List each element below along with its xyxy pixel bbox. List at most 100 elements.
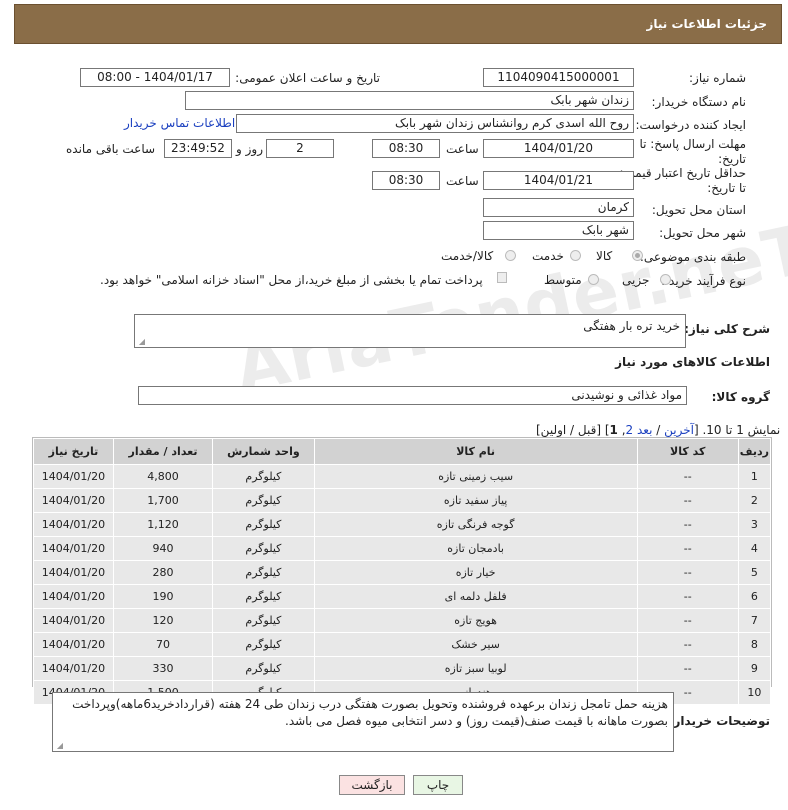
remaining-time-field: 23:49:52 <box>164 139 232 158</box>
resize-grip-icon[interactable]: ◢ <box>55 742 63 750</box>
pagination-last-link[interactable]: آخرین <box>664 423 694 437</box>
pagination: نمایش 1 تا 10. [آخرین / بعد 2, 1] [قبل /… <box>536 423 781 437</box>
cell-item-name: سیب زمینی تازه <box>313 464 638 489</box>
pagination-page-1: 1 <box>609 423 618 437</box>
announce-label: تاریخ و ساعت اعلان عمومی: <box>235 71 380 85</box>
cell-quantity: 4,800 <box>112 464 214 489</box>
category-radio-goods[interactable] <box>632 250 643 261</box>
price-validity-label-2: تا تاریخ: <box>707 181 746 195</box>
days-field: 2 <box>266 139 334 158</box>
process-option-minor: جزیی <box>622 273 650 287</box>
category-label: طبقه بندی موضوعی: <box>639 250 746 264</box>
deadline-date-field: 1404/01/20 <box>483 139 634 158</box>
deadline-label: مهلت ارسال پاسخ: تا <box>639 137 746 151</box>
price-validity-time-label: ساعت <box>446 174 479 188</box>
cell-unit: کیلوگرم <box>212 488 315 513</box>
table-row: 1 -- سیب زمینی تازه کیلوگرم 4,800 1404/01/20 <box>33 464 772 489</box>
goods-group-field: مواد غذائی و نوشیدنی <box>138 386 687 405</box>
cell-quantity: 190 <box>112 584 214 609</box>
cell-row-number: 7 <box>737 608 772 633</box>
cell-item-code: -- <box>636 608 739 633</box>
category-radio-service[interactable] <box>570 250 581 261</box>
cell-item-code: -- <box>636 512 739 537</box>
cell-row-number: 4 <box>737 536 772 561</box>
cell-quantity: 330 <box>112 656 214 681</box>
pagination-next-link[interactable]: بعد <box>637 423 652 437</box>
cell-item-code: -- <box>636 560 739 585</box>
process-radio-medium[interactable] <box>588 274 599 285</box>
back-button[interactable]: بازگشت <box>339 775 405 795</box>
cell-unit: کیلوگرم <box>212 512 315 537</box>
pagination-prefix: نمایش 1 تا 10. [ <box>693 423 781 437</box>
cell-item-code: -- <box>636 632 739 657</box>
cell-unit: کیلوگرم <box>212 560 315 585</box>
cell-quantity: 280 <box>112 560 214 585</box>
cell-unit: کیلوگرم <box>212 584 315 609</box>
cell-item-code: -- <box>636 656 739 681</box>
col-item-code: کد کالا <box>636 438 739 465</box>
summary-textarea[interactable]: خرید تره بار هفتگی ◢ <box>134 314 686 348</box>
print-button[interactable]: چاپ <box>413 775 463 795</box>
cell-quantity: 940 <box>112 536 214 561</box>
cell-row-number: 6 <box>737 584 772 609</box>
category-radio-goods-service[interactable] <box>505 250 516 261</box>
cell-unit: کیلوگرم <box>212 608 315 633</box>
city-field: شهر بابک <box>483 221 634 240</box>
days-label: روز و <box>236 142 263 156</box>
price-validity-time-field: 08:30 <box>372 171 440 190</box>
creator-field: روح الله اسدی کرم روانشناس زندان شهر باب… <box>236 114 634 133</box>
deadline-time-label: ساعت <box>446 142 479 156</box>
table-row: 5 -- خیار تازه کیلوگرم 280 1404/01/20 <box>33 560 772 585</box>
buyer-notes-label: توضیحات خریدار: <box>668 714 770 728</box>
items-table-header: ردیف کد کالا نام کالا واحد شمارش تعداد /… <box>33 438 772 465</box>
creator-label: ایجاد کننده درخواست: <box>635 118 746 132</box>
col-need-date: تاریخ نیاز <box>33 438 114 465</box>
process-radio-minor[interactable] <box>660 274 671 285</box>
cell-row-number: 8 <box>737 632 772 657</box>
pagination-suffix: ] [قبل / اولین] <box>536 423 610 437</box>
cell-unit: کیلوگرم <box>212 632 315 657</box>
cell-row-number: 9 <box>737 656 772 681</box>
summary-text: خرید تره بار هفتگی <box>583 319 680 333</box>
treasury-payment-checkbox[interactable] <box>497 272 507 283</box>
cell-item-name: بادمجان تازه <box>313 536 638 561</box>
cell-item-code: -- <box>636 584 739 609</box>
buyer-notes-textarea[interactable]: هزینه حمل تامجل زندان برعهده فروشنده وتح… <box>52 692 674 752</box>
cell-need-date: 1404/01/20 <box>33 536 114 561</box>
cell-need-date: 1404/01/20 <box>33 488 114 513</box>
cell-unit: کیلوگرم <box>212 536 315 561</box>
col-row-number: ردیف <box>737 438 772 465</box>
pagination-page-2[interactable]: 2 <box>626 423 634 437</box>
summary-label: شرح کلی نیاز: <box>684 322 770 336</box>
cell-row-number: 3 <box>737 512 772 537</box>
need-number-field: 1104090415000001 <box>483 68 634 87</box>
cell-item-name: خیار تازه <box>313 560 638 585</box>
pagination-separator: / <box>652 423 665 437</box>
cell-need-date: 1404/01/20 <box>33 632 114 657</box>
table-row: 6 -- فلفل دلمه ای کیلوگرم 190 1404/01/20 <box>33 584 772 609</box>
need-number-label: شماره نیاز: <box>689 71 746 85</box>
cell-row-number: 10 <box>737 680 772 705</box>
cell-need-date: 1404/01/20 <box>33 584 114 609</box>
page-header: جزئیات اطلاعات نیاز <box>14 4 782 44</box>
process-option-medium: متوسط <box>544 273 582 287</box>
province-field: کرمان <box>483 198 634 217</box>
category-option-goods: کالا <box>596 249 613 263</box>
cell-item-code: -- <box>636 464 739 489</box>
cell-unit: کیلوگرم <box>212 464 315 489</box>
cell-item-code: -- <box>636 536 739 561</box>
treasury-payment-note: پرداخت تمام یا بخشی از مبلغ خرید،از محل … <box>100 273 483 287</box>
cell-unit: کیلوگرم <box>212 656 315 681</box>
table-row: 8 -- سیر خشک کیلوگرم 70 1404/01/20 <box>33 632 772 657</box>
page-title: جزئیات اطلاعات نیاز <box>646 17 767 31</box>
cell-item-name: لوبیا سبز تازه <box>313 656 638 681</box>
process-label: نوع فرآیند خرید : <box>661 274 746 288</box>
goods-group-label: گروه کالا: <box>711 390 770 404</box>
col-unit: واحد شمارش <box>212 438 315 465</box>
cell-quantity: 120 <box>112 608 214 633</box>
cell-row-number: 1 <box>737 464 772 489</box>
col-quantity: تعداد / مقدار <box>112 438 214 465</box>
items-section-title: اطلاعات کالاهای مورد نیاز <box>615 355 770 369</box>
resize-grip-icon[interactable]: ◢ <box>137 338 145 346</box>
buyer-contact-link[interactable]: اطلاعات تماس خریدار <box>124 116 235 130</box>
